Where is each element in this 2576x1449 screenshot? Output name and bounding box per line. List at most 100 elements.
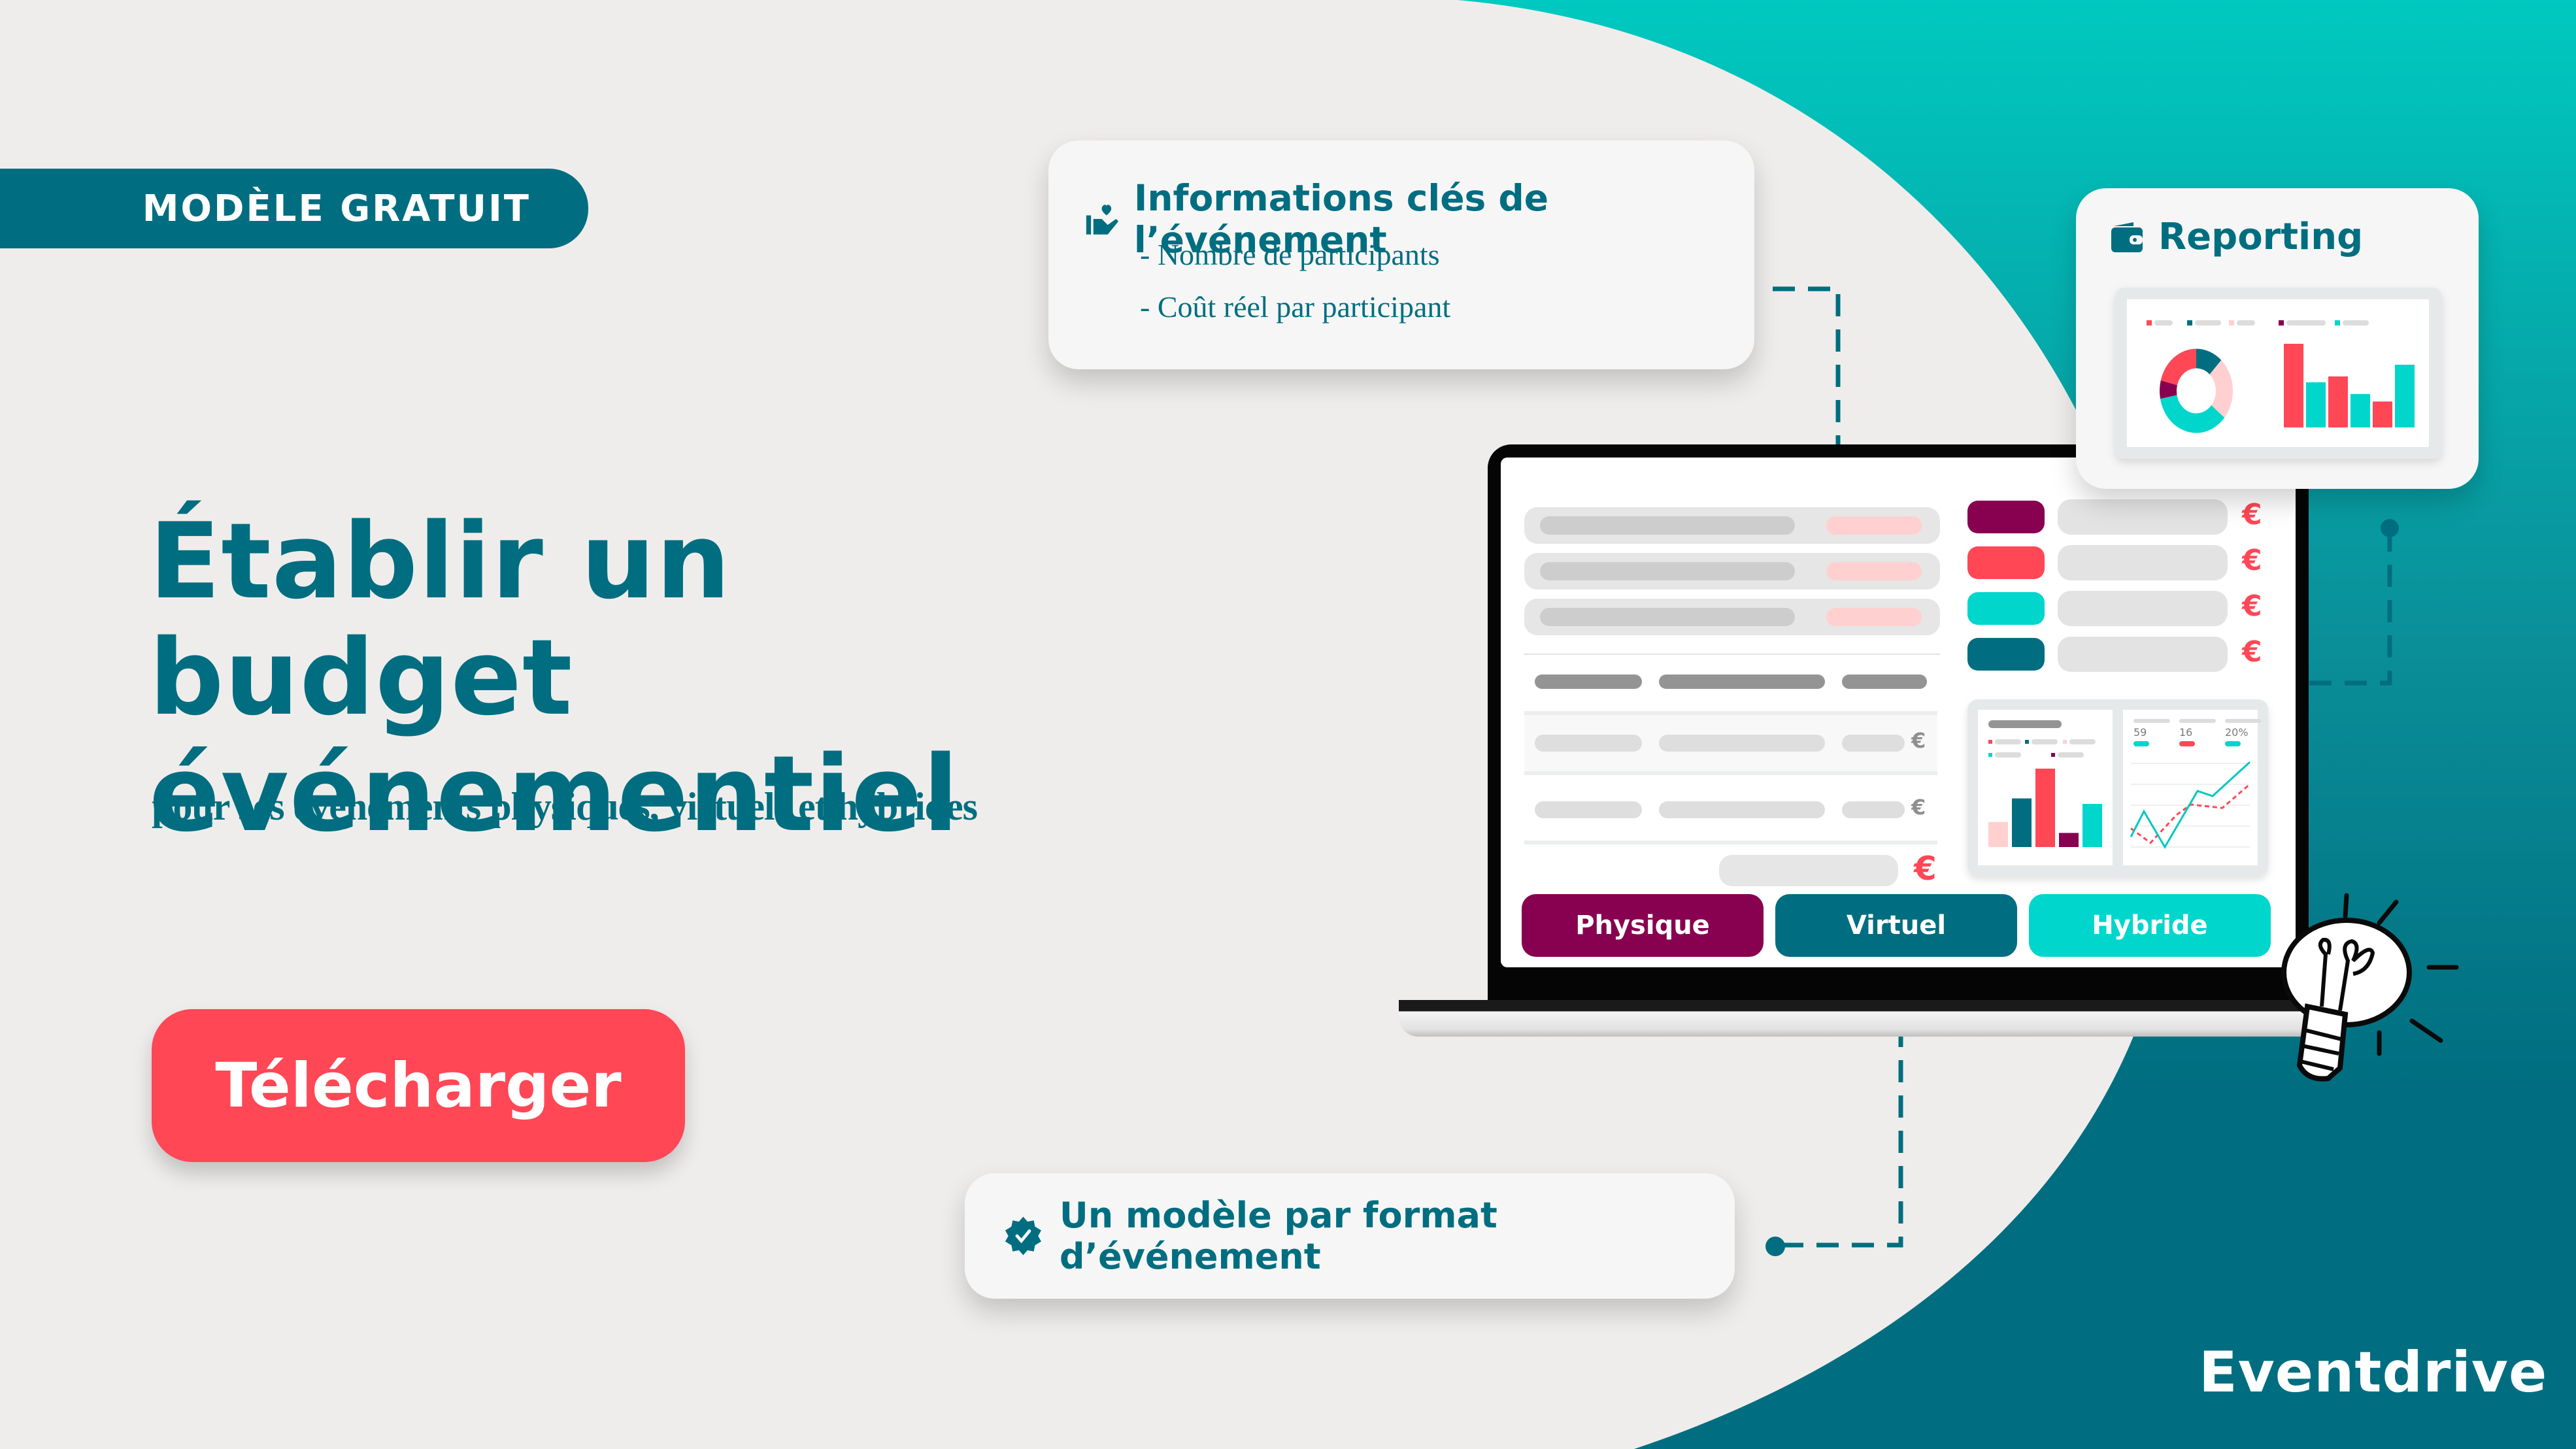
info-row (1524, 553, 1940, 590)
cell-placeholder (1659, 735, 1825, 752)
mini-legend-swatch (2063, 740, 2067, 744)
format-button-hybride[interactable]: Hybride (2029, 894, 2271, 957)
stat-indicator (2225, 741, 2241, 746)
row-label-placeholder (1540, 562, 1795, 580)
legend-swatch (2187, 320, 2192, 325)
stat-value: 59 (2133, 726, 2147, 739)
download-button-label: Télécharger (215, 1050, 622, 1122)
info-row (1524, 599, 1940, 635)
mini-bar (2035, 769, 2055, 847)
cell-placeholder (1535, 801, 1642, 818)
mini-legend-swatch (2025, 740, 2029, 744)
table-header-cell (1659, 675, 1825, 689)
reporting-charts (2147, 320, 2415, 433)
legend-label (2286, 320, 2326, 325)
euro-symbol: € (2242, 635, 2262, 669)
category-swatch (1967, 638, 2045, 671)
report-bar (2373, 401, 2392, 427)
table-row: € (1524, 711, 1937, 775)
key-info-item: - Coût réel par participant (1140, 290, 1451, 324)
lightbulb-icon (2281, 893, 2459, 1082)
free-template-badge: MODÈLE GRATUIT (0, 169, 588, 248)
cell-placeholder (1842, 801, 1905, 818)
cell-placeholder (1535, 735, 1642, 752)
page-subtitle: pour ses événements physiques, virtuels … (152, 785, 978, 828)
title-line-1: Établir un budget (149, 500, 731, 739)
row-label-placeholder (1540, 516, 1795, 535)
table-header-cell (1842, 675, 1927, 689)
report-bar (2284, 344, 2303, 427)
mini-legend-label (2058, 752, 2084, 758)
reporting-preview (2115, 288, 2442, 459)
category-swatch (1967, 592, 2045, 625)
row-value-placeholder (1826, 516, 1922, 535)
mini-dashboard: 59 16 20% (1967, 699, 2268, 876)
reporting-title: Reporting (2158, 216, 2364, 258)
info-row (1524, 507, 1940, 544)
format-button-label: Hybride (2092, 910, 2208, 941)
wallet-icon (2111, 222, 2143, 252)
euro-symbol: € (1911, 728, 1926, 753)
check-badge-icon (1005, 1216, 1041, 1256)
legend-label (2195, 320, 2221, 325)
format-card: Un modèle par format d’événement (965, 1173, 1735, 1299)
eventdrive-logo: Eventdrive (2199, 1340, 2548, 1405)
category-swatch (1967, 546, 2045, 579)
stat-value: 20% (2225, 726, 2249, 739)
legend-swatch (2335, 320, 2340, 325)
format-button-physique[interactable]: Physique (1522, 894, 1764, 957)
category-swatch (1967, 501, 2045, 533)
key-info-item: - Nombre de participants (1140, 238, 1440, 271)
table-header-cell (1535, 675, 1642, 689)
stat-value: 16 (2179, 726, 2192, 739)
legend-label (2154, 320, 2173, 325)
row-value-placeholder (1826, 562, 1922, 580)
report-bar (2395, 365, 2415, 427)
category-amount-field (2058, 591, 2228, 626)
euro-symbol: € (2242, 544, 2262, 577)
format-button-label: Physique (1575, 910, 1710, 941)
total-placeholder (1719, 855, 1898, 886)
mini-bar (1988, 822, 2008, 847)
hand-heart-icon (1086, 205, 1119, 235)
mini-legend-label (1995, 752, 2021, 758)
mini-title-placeholder (1988, 720, 2062, 728)
mini-bar (2012, 798, 2032, 847)
mini-bar (2059, 833, 2079, 847)
format-button-virtuel[interactable]: Virtuel (1775, 894, 2017, 957)
stat-label-placeholder (2179, 719, 2216, 723)
mini-legend-swatch (1988, 740, 1992, 744)
format-button-label: Virtuel (1846, 910, 1947, 941)
category-amount-field (2058, 637, 2228, 672)
mini-legend-label (2032, 739, 2058, 744)
euro-symbol: € (1911, 795, 1926, 820)
row-label-placeholder (1540, 608, 1795, 626)
download-button[interactable]: Télécharger (152, 1009, 685, 1162)
mini-legend-swatch (2051, 753, 2055, 757)
cell-placeholder (1842, 735, 1905, 752)
category-amount-field (2058, 499, 2228, 535)
legend-swatch (2147, 320, 2152, 325)
divider (1524, 654, 1940, 655)
stat-label-placeholder (2225, 719, 2262, 723)
legend-swatch (2229, 320, 2234, 325)
category-amount-field (2058, 545, 2228, 580)
stat-label-placeholder (2133, 719, 2170, 723)
legend-label (2237, 320, 2255, 325)
total-euro-symbol: € (1914, 850, 1937, 888)
stat-indicator (2179, 741, 2195, 746)
reporting-card: Reporting (2076, 188, 2479, 489)
donut-segment (2160, 348, 2196, 386)
mini-legend-label (1995, 739, 2021, 744)
mini-bar (2083, 804, 2102, 847)
legend-label (2343, 320, 2369, 325)
euro-symbol: € (2242, 590, 2262, 623)
legend-swatch (2279, 320, 2284, 325)
laptop-base (1399, 1000, 2327, 1037)
row-value-placeholder (1826, 608, 1922, 626)
mini-legend-label (2069, 739, 2096, 744)
key-info-card: Informations clés de l’événement - Nombr… (1048, 141, 1754, 369)
format-card-title: Un modèle par format d’événement (1059, 1195, 1497, 1277)
report-bar (2328, 376, 2348, 427)
report-bar (2350, 393, 2370, 427)
